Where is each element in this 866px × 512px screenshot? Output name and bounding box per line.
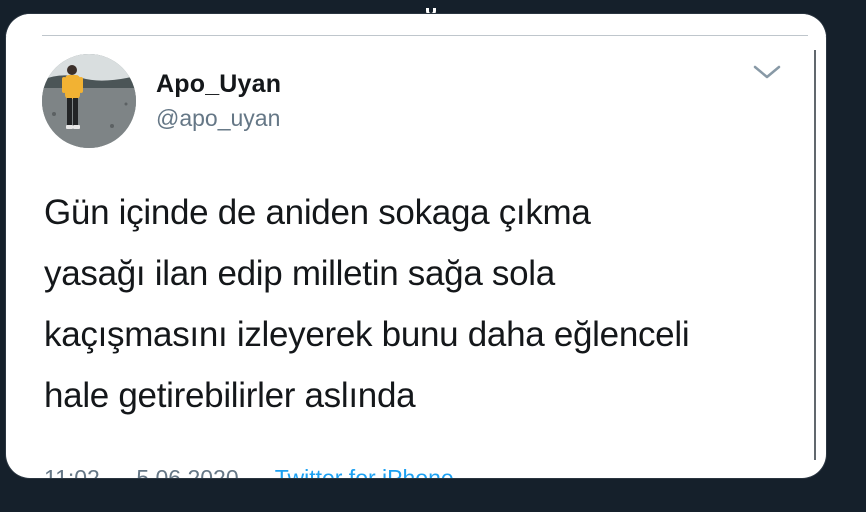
tweet-time[interactable]: 11:02 (44, 465, 100, 478)
cropped-header-edge (0, 0, 866, 16)
avatar-photo (42, 54, 136, 148)
author-handle[interactable]: @apo_uyan (156, 104, 281, 132)
tweet-text-line: yasağı ilan edip milletin sağa sola (44, 254, 555, 293)
tweet-text-line: kaçışmasını izleyerek bunu daha eğlencel… (44, 315, 690, 354)
tweet-text-line: hale getirebilirler aslında (44, 376, 416, 415)
tweet-card: Apo_Uyan @apo_uyan Gün içinde de aniden … (6, 14, 826, 478)
tweet-metadata: 11:02 · 5.06.2020 · Twitter for iPhone (44, 464, 454, 478)
tweet-text-line: Gün içinde de aniden sokaga çıkma (44, 193, 591, 232)
author-display-name[interactable]: Apo_Uyan (156, 70, 281, 98)
card-right-edge (814, 50, 816, 460)
tweet-text: Gün içinde de aniden sokaga çıkma yasağı… (44, 182, 804, 426)
meta-separator: · (114, 465, 122, 478)
avatar[interactable] (42, 54, 136, 148)
tweet-author[interactable]: Apo_Uyan @apo_uyan (156, 70, 281, 132)
card-top-divider (42, 35, 808, 36)
chevron-down-icon[interactable] (752, 62, 782, 82)
tweet-date[interactable]: 5.06.2020 (136, 465, 238, 478)
tweet-source[interactable]: Twitter for iPhone (275, 465, 454, 478)
meta-separator: · (253, 465, 261, 478)
